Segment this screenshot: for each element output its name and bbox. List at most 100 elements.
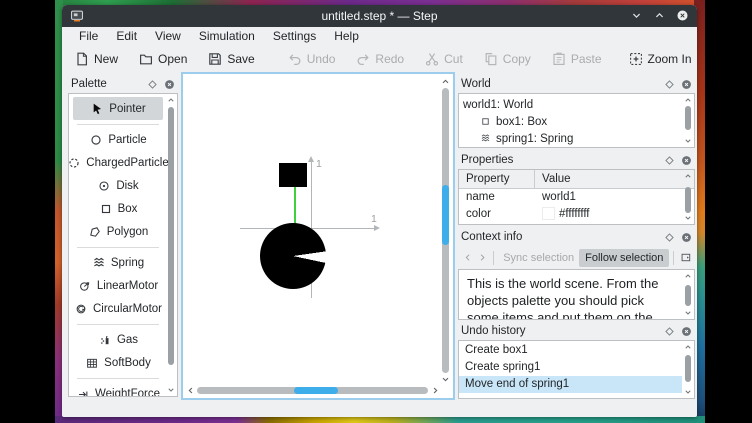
canvas-horizontal-scrollbar[interactable] xyxy=(197,387,428,394)
scrollbar-thumb[interactable] xyxy=(685,285,691,306)
palette-item[interactable]: SoftBody xyxy=(73,351,163,374)
menu-item[interactable]: Help xyxy=(325,27,368,46)
chargedparticle-icon xyxy=(68,156,81,170)
palette-item[interactable]: Spring xyxy=(73,251,163,274)
titlebar[interactable]: untitled.step * — Step xyxy=(62,5,697,27)
palette-item[interactable]: Box xyxy=(73,197,163,220)
world-panel: World world1: World box1: Box xyxy=(458,75,695,148)
menu-item[interactable]: Simulation xyxy=(190,27,264,46)
new-icon xyxy=(74,51,90,67)
float-panel-icon[interactable] xyxy=(664,79,675,90)
toolbar-button[interactable]: Undo xyxy=(281,48,342,70)
scroll-up-icon[interactable] xyxy=(684,343,692,351)
close-panel-icon[interactable] xyxy=(681,155,692,166)
scrollbar-thumb[interactable] xyxy=(685,187,691,213)
palette-item[interactable]: WeightForce xyxy=(73,382,163,397)
properties-column-headers: Property Value xyxy=(459,170,694,189)
world-scrollbar[interactable] xyxy=(683,95,693,146)
palette-item[interactable]: CircularMotor xyxy=(73,297,163,320)
scrollbar-thumb[interactable] xyxy=(168,107,174,365)
scrollbar-thumb[interactable] xyxy=(685,355,691,382)
panel-title: Palette xyxy=(71,78,141,90)
float-panel-icon[interactable] xyxy=(147,79,158,90)
world-body: world1: World box1: Box spring1: Spring xyxy=(458,93,695,148)
toolbar-button[interactable]: Open xyxy=(132,48,193,70)
open-in-new-icon[interactable] xyxy=(680,250,692,265)
column-header-property[interactable]: Property xyxy=(459,170,535,188)
scrollbar-thumb[interactable] xyxy=(294,387,338,394)
scroll-down-icon[interactable] xyxy=(684,309,692,317)
scroll-left-icon[interactable] xyxy=(186,386,195,395)
property-row[interactable]: name world1 xyxy=(459,188,682,205)
scroll-up-icon[interactable] xyxy=(167,96,175,104)
undo-history-item[interactable]: Create spring1 xyxy=(459,359,682,376)
menu-item[interactable]: Edit xyxy=(107,27,146,46)
float-panel-icon[interactable] xyxy=(664,232,675,243)
world-tree-item[interactable]: box1: Box xyxy=(463,113,682,130)
scroll-down-icon[interactable] xyxy=(441,375,450,384)
world-canvas[interactable]: 1 1 xyxy=(181,72,455,400)
scrollbar-thumb[interactable] xyxy=(442,185,449,245)
column-header-value[interactable]: Value xyxy=(535,170,694,188)
undo-scrollbar[interactable] xyxy=(683,342,693,397)
palette-item[interactable]: Gas xyxy=(73,328,163,351)
toolbar-button[interactable]: Redo xyxy=(349,48,410,70)
box-icon xyxy=(99,202,113,216)
context-scrollbar[interactable] xyxy=(683,271,693,318)
menu-item[interactable]: Settings xyxy=(264,27,325,46)
back-icon[interactable] xyxy=(463,251,473,264)
close-panel-icon[interactable] xyxy=(164,79,175,90)
scroll-down-icon[interactable] xyxy=(684,214,692,222)
scroll-right-icon[interactable] xyxy=(431,386,440,395)
scroll-up-icon[interactable] xyxy=(684,272,692,280)
toolbar-button[interactable]: Copy xyxy=(477,48,537,70)
window-title: untitled.step * — Step xyxy=(62,5,697,27)
world-tree-item[interactable]: world1: World xyxy=(463,96,682,113)
world-tree-item[interactable]: spring1: Spring xyxy=(463,130,682,147)
scroll-up-icon[interactable] xyxy=(684,172,692,180)
properties-scrollbar[interactable] xyxy=(683,171,693,223)
scroll-down-icon[interactable] xyxy=(684,137,692,145)
menu-item[interactable]: View xyxy=(146,27,190,46)
toolbar-button[interactable]: Zoom In xyxy=(622,48,698,70)
palette-scrollbar[interactable] xyxy=(166,95,176,395)
toolbar-button[interactable]: Paste xyxy=(545,48,608,70)
properties-body: Property Value name world1 color xyxy=(458,169,695,225)
palette-item[interactable]: LinearMotor xyxy=(73,274,163,297)
property-row[interactable]: color #ffffffff xyxy=(459,205,682,222)
spring-icon xyxy=(480,133,491,144)
undo-history-item[interactable]: Move end of spring1 xyxy=(459,376,682,393)
box1-object[interactable] xyxy=(279,163,307,187)
forward-icon[interactable] xyxy=(477,251,487,264)
canvas-vertical-scrollbar[interactable] xyxy=(442,88,449,373)
minimize-button[interactable] xyxy=(630,9,643,22)
float-panel-icon[interactable] xyxy=(664,326,675,337)
sync-selection-button[interactable]: Sync selection xyxy=(498,250,579,266)
close-panel-icon[interactable] xyxy=(681,326,692,337)
menu-item[interactable]: File xyxy=(70,27,107,46)
palette-item[interactable]: ChargedParticle xyxy=(73,151,163,174)
maximize-button[interactable] xyxy=(653,9,666,22)
disk-object[interactable] xyxy=(260,223,326,289)
palette-item[interactable]: Disk xyxy=(73,174,163,197)
follow-selection-button[interactable]: Follow selection xyxy=(579,249,669,267)
desktop: untitled.step * — Step FileEditViewSimul… xyxy=(0,0,752,423)
toolbar-button[interactable]: New xyxy=(68,48,124,70)
palette-item[interactable]: Particle xyxy=(73,128,163,151)
palette-item[interactable]: Pointer xyxy=(73,97,163,120)
float-panel-icon[interactable] xyxy=(664,155,675,166)
palette-item[interactable]: Polygon xyxy=(73,220,163,243)
scrollbar-thumb[interactable] xyxy=(685,106,691,130)
property-row[interactable]: time 0 s xyxy=(459,222,682,225)
scroll-down-icon[interactable] xyxy=(684,388,692,396)
close-panel-icon[interactable] xyxy=(681,232,692,243)
scroll-down-icon[interactable] xyxy=(167,386,175,394)
toolbar-button[interactable]: Cut xyxy=(418,48,469,70)
close-button[interactable] xyxy=(676,9,689,22)
toolbar-button[interactable]: Save xyxy=(201,48,260,70)
close-panel-icon[interactable] xyxy=(681,79,692,90)
spring1-object[interactable] xyxy=(294,186,296,224)
scroll-up-icon[interactable] xyxy=(684,96,692,104)
scroll-up-icon[interactable] xyxy=(441,77,450,86)
undo-history-item[interactable]: Create box1 xyxy=(459,342,682,359)
